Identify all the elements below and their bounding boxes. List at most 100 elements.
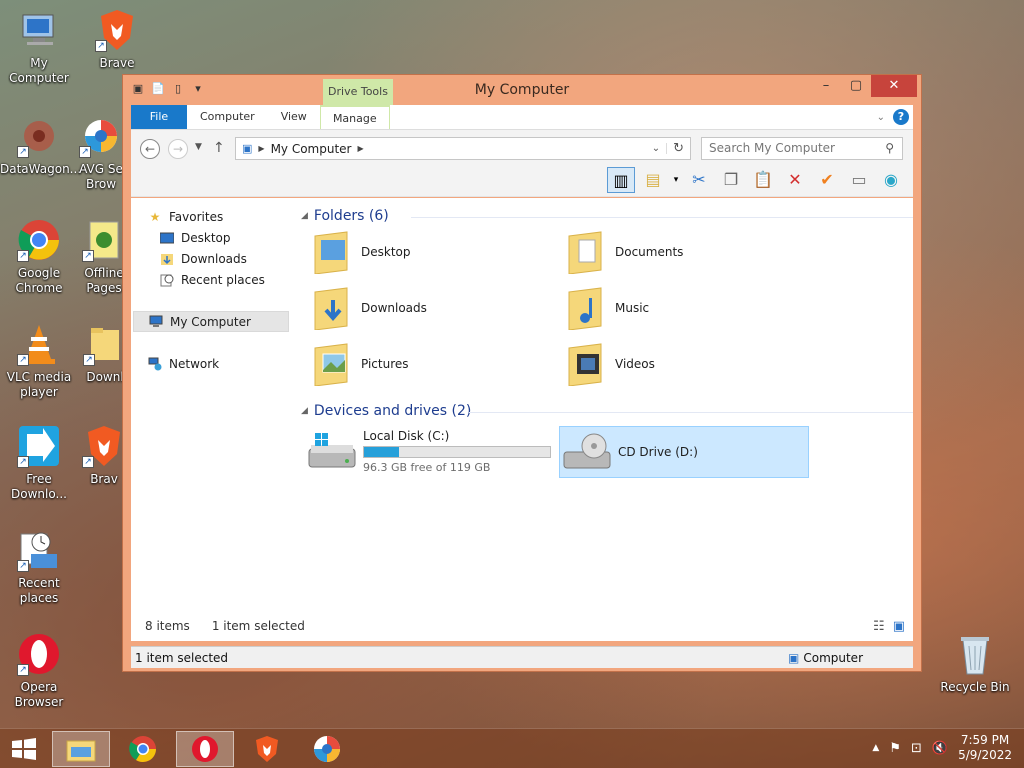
recent-locations-chevron-icon[interactable]: ▼	[195, 142, 202, 152]
folder-documents[interactable]: Documents	[565, 230, 683, 275]
cut-icon[interactable]: ✂	[685, 167, 713, 193]
desktop-icon-label: My Computer	[9, 56, 69, 85]
downloads-folder-icon	[311, 286, 351, 331]
clock[interactable]: 7:59 PM 5/9/2022	[958, 733, 1012, 763]
desktop-icon-recent-places[interactable]: ↗ Recent places	[0, 528, 78, 606]
status-selected: 1 item selected	[135, 650, 229, 665]
brave-lion-icon: ↗	[82, 424, 126, 468]
rename-icon[interactable]: ▭	[845, 167, 873, 193]
search-icon[interactable]: ⚲	[885, 138, 894, 159]
group-header-devices[interactable]: ◢ Devices and drives (2)	[301, 403, 471, 419]
nav-downloads[interactable]: Downloads	[159, 248, 315, 269]
download-arrow-icon: ↗	[17, 424, 61, 468]
drive-local-disk[interactable]: Local Disk (C:) 96.3 GB free of 119 GB	[307, 426, 557, 476]
nav-desktop[interactable]: Desktop	[159, 227, 315, 248]
taskbar-brave[interactable]	[238, 731, 296, 767]
maximize-button[interactable]: ▢	[841, 75, 871, 97]
dropdown-arrow-icon[interactable]: ▾	[671, 167, 681, 193]
nav-recent-places[interactable]: Recent places	[159, 269, 315, 290]
details-view-icon[interactable]: ☷	[873, 619, 885, 634]
address-bar[interactable]: ▣ ▶ My Computer ▶ ⌄ ↻	[235, 137, 691, 160]
recent-places-icon: ↗	[17, 528, 61, 572]
show-hidden-icons-icon[interactable]: ▲	[872, 743, 879, 753]
folder-label: Videos	[615, 357, 655, 371]
navigation-pane: ★ Favorites Desktop Downloads Recent pla…	[131, 198, 291, 611]
tab-file[interactable]: File	[131, 105, 187, 129]
desktop-icon-datawagon[interactable]: ↗ DataWagon...	[0, 114, 81, 177]
desktop-icon-brave-2[interactable]: ↗ Brav	[82, 424, 126, 487]
desktop-icon-avg-browser[interactable]: ↗ AVG Se Brow	[78, 114, 124, 192]
desktop-icon-recycle-bin[interactable]: Recycle Bin	[936, 632, 1014, 695]
nav-my-computer[interactable]: My Computer	[133, 311, 289, 332]
desktop-folder-icon	[311, 230, 351, 275]
shortcut-arrow-icon: ↗	[82, 456, 94, 468]
up-button[interactable]: ↑	[213, 140, 225, 156]
volume-muted-icon[interactable]: 🔇	[932, 741, 948, 756]
windows-logo-icon	[12, 738, 36, 760]
large-icons-view-icon[interactable]: ▣	[893, 619, 905, 634]
desktop-icon-my-computer[interactable]: My Computer	[0, 8, 78, 86]
chrome-icon	[129, 736, 157, 763]
desktop-icon-brave[interactable]: ↗ Brave	[78, 8, 156, 71]
desktop-icon-label: Brave	[99, 56, 135, 70]
network-icon	[147, 356, 163, 372]
folder-videos[interactable]: Videos	[565, 342, 655, 387]
globe-icon[interactable]: ◉	[877, 167, 905, 193]
desktop-icon-vlc[interactable]: ↗ VLC media player	[0, 322, 78, 400]
nav-favorites[interactable]: ★ Favorites	[147, 206, 303, 227]
start-button[interactable]	[0, 731, 48, 767]
desktop-icon-free-download[interactable]: ↗ Free Downlo...	[0, 424, 78, 502]
recycle-bin-icon	[953, 632, 997, 676]
shortcut-arrow-icon: ↗	[83, 354, 95, 366]
taskbar-chrome[interactable]	[114, 731, 172, 767]
network-status-icon[interactable]: ⊡	[911, 741, 922, 756]
system-tray: ▲ ⚑ ⊡ 🔇 7:59 PM 5/9/2022	[872, 733, 1012, 763]
address-dropdown-icon[interactable]: ⌄	[646, 143, 668, 154]
clock-time: 7:59 PM	[960, 733, 1010, 747]
folder-desktop[interactable]: Desktop	[311, 230, 411, 275]
help-icon[interactable]: ?	[893, 109, 909, 125]
delete-icon[interactable]: ✕	[781, 167, 809, 193]
action-center-flag-icon[interactable]: ⚑	[889, 741, 901, 756]
minimize-button[interactable]: –	[811, 75, 841, 97]
nav-network[interactable]: Network	[147, 353, 303, 374]
checkmark-icon[interactable]: ✔	[813, 167, 841, 193]
tab-view[interactable]: View	[268, 105, 320, 129]
taskbar-file-explorer[interactable]	[52, 731, 110, 767]
close-button[interactable]: ✕	[871, 75, 917, 97]
details-pane-icon[interactable]: ▥	[607, 167, 635, 193]
group-header-folders[interactable]: ◢ Folders (6)	[301, 208, 389, 224]
folder-music[interactable]: Music	[565, 286, 649, 331]
back-button[interactable]: ←	[140, 139, 160, 159]
desktop-icon-opera[interactable]: ↗ Opera Browser	[0, 632, 78, 710]
tab-manage[interactable]: Manage	[319, 105, 390, 129]
hard-drive-icon	[307, 429, 357, 473]
desktop-icon-label: Offline Pages	[84, 266, 124, 295]
tab-computer[interactable]: Computer	[187, 105, 268, 129]
folder-checkmark-icon[interactable]: ▤	[639, 167, 667, 193]
computer-small-icon: ▣	[242, 142, 253, 155]
nav-label: Network	[169, 356, 220, 371]
breadcrumb-my-computer[interactable]: My Computer	[271, 142, 352, 156]
taskbar-opera[interactable]	[176, 731, 234, 767]
expand-ribbon-icon[interactable]: ⌄	[877, 112, 885, 123]
opera-icon: ↗	[17, 632, 61, 676]
downloads-folder-icon	[159, 251, 175, 267]
desktop-icon-chrome[interactable]: ↗ Google Chrome	[0, 218, 78, 296]
breadcrumb-separator-icon[interactable]: ▶	[358, 144, 364, 153]
chrome-icon: ↗	[17, 218, 61, 262]
taskbar-avg-browser[interactable]	[298, 731, 356, 767]
search-input[interactable]: Search My Computer ⚲	[701, 137, 903, 160]
nav-label: My Computer	[170, 314, 251, 329]
title-bar[interactable]: ▣ 📄 ▯ ▾ Drive Tools My Computer – ▢ ✕	[123, 75, 921, 105]
paste-icon[interactable]: 📋	[749, 167, 777, 193]
refresh-icon[interactable]: ↻	[667, 141, 690, 156]
nav-label: Desktop	[181, 230, 231, 245]
folder-pictures[interactable]: Pictures	[311, 342, 409, 387]
group-divider	[469, 412, 913, 413]
drive-cd[interactable]: CD Drive (D:)	[559, 426, 809, 478]
folder-downloads[interactable]: Downloads	[311, 286, 427, 331]
copy-icon[interactable]: ❐	[717, 167, 745, 193]
desktop-icon-label: AVG Se Brow	[79, 162, 123, 191]
forward-button[interactable]: →	[168, 139, 188, 159]
